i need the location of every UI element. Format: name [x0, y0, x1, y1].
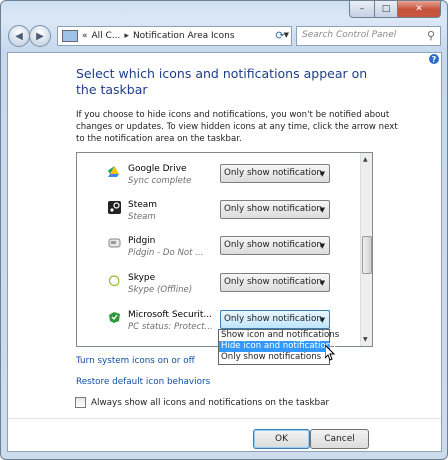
always-show-label: Always show all icons and notifications …: [91, 397, 330, 408]
always-show-checkbox-row[interactable]: Always show all icons and notifications …: [75, 397, 329, 408]
restore-defaults-link[interactable]: Restore default icon behaviors: [76, 377, 210, 387]
behavior-select[interactable]: Only show notification ▼: [220, 310, 330, 329]
forward-arrow-icon: ▶: [36, 30, 44, 42]
address-bar[interactable]: « All C... ▸ Notification Area Icons ▼: [57, 26, 292, 46]
google-drive-icon: [108, 166, 119, 177]
behavior-value: Only show notification: [224, 168, 322, 178]
list-item: Skype Skype (Offline) Only show notifica…: [77, 270, 360, 304]
pidgin-icon: [108, 238, 121, 248]
microsoft-security-icon: [109, 312, 120, 323]
list-item: Steam Steam Only show notification ▼: [77, 197, 360, 231]
behavior-value: Only show notification: [224, 204, 322, 214]
item-status: Skype (Offline): [128, 285, 193, 295]
scrollbar-thumb[interactable]: [362, 236, 372, 274]
close-button[interactable]: ✕: [398, 1, 441, 18]
chevron-down-icon: ▼: [319, 170, 325, 178]
back-arrow-icon: ◀: [15, 30, 23, 42]
behavior-value: Only show notification: [224, 240, 322, 250]
behavior-dropdown-list: Show icon and notifications Hide icon an…: [218, 329, 339, 365]
breadcrumb-separator-icon[interactable]: ▸: [124, 31, 129, 41]
chevron-down-icon: ▼: [319, 206, 325, 214]
item-status: PC status: Protect...: [128, 322, 213, 332]
breadcrumb-notification-area-icons[interactable]: Notification Area Icons: [133, 31, 235, 41]
item-name: Steam: [128, 200, 158, 210]
behavior-select[interactable]: Only show notification ▼: [220, 236, 330, 255]
list-item: Pidgin Pidgin - Do Not ... Only show not…: [77, 233, 360, 267]
minimize-button[interactable]: –: [349, 1, 375, 18]
turn-system-icons-link[interactable]: Turn system icons on or off: [76, 356, 195, 366]
dropdown-option[interactable]: Show icon and notifications: [219, 330, 339, 341]
item-status: Sync complete: [128, 176, 192, 186]
dropdown-option-highlighted[interactable]: Hide icon and notifications: [219, 341, 336, 352]
caption-buttons: – □ ✕: [349, 1, 441, 18]
search-placeholder: Search Control Panel: [302, 30, 397, 40]
cancel-button[interactable]: Cancel: [310, 429, 369, 449]
maximize-button[interactable]: □: [375, 1, 398, 18]
scroll-down-icon[interactable]: ▼: [363, 336, 368, 343]
item-status: Steam: [128, 212, 156, 222]
item-name: Skype: [128, 273, 156, 283]
behavior-value: Only show notification: [224, 277, 322, 287]
forward-button[interactable]: ▶: [29, 25, 51, 47]
item-name: Microsoft Securit...: [128, 310, 213, 320]
mouse-cursor-icon: [325, 345, 336, 361]
help-icon[interactable]: ?: [429, 54, 439, 64]
steam-icon: [108, 201, 121, 214]
chevron-down-icon: ▼: [319, 316, 325, 324]
behavior-value: Only show notification: [224, 314, 322, 324]
breadcrumb-chevron-icon: «: [82, 31, 88, 41]
search-input[interactable]: Search Control Panel ⚲: [296, 26, 441, 46]
list-item: Google Drive Sync complete Only show not…: [77, 161, 360, 195]
footer-divider: [8, 418, 441, 419]
icons-list[interactable]: Google Drive Sync complete Only show not…: [76, 152, 373, 347]
behavior-select[interactable]: Only show notification ▼: [220, 273, 330, 292]
skype-icon: [108, 275, 120, 287]
chevron-down-icon: ▼: [319, 279, 325, 287]
page-title: Select which icons and notifications app…: [76, 66, 368, 97]
behavior-select[interactable]: Only show notification ▼: [220, 200, 330, 219]
item-status: Pidgin - Do Not ...: [128, 248, 204, 258]
control-panel-icon: [62, 30, 78, 42]
item-name: Google Drive: [128, 164, 187, 174]
list-scrollbar[interactable]: ▲ ▼: [360, 153, 372, 346]
search-icon[interactable]: ⚲: [427, 29, 435, 42]
refresh-icon[interactable]: ⟳: [271, 27, 289, 43]
page-description: If you choose to hide icons and notifica…: [76, 110, 398, 144]
back-button[interactable]: ◀: [8, 25, 30, 47]
breadcrumb-all-control-panel[interactable]: All C...: [92, 31, 121, 41]
chevron-down-icon: ▼: [319, 242, 325, 250]
dropdown-option[interactable]: Only show notifications: [219, 352, 329, 363]
always-show-checkbox[interactable]: [75, 397, 86, 408]
behavior-select[interactable]: Only show notification ▼: [220, 164, 330, 183]
ok-button[interactable]: OK: [253, 429, 310, 449]
item-name: Pidgin: [128, 236, 156, 246]
scroll-up-icon[interactable]: ▲: [363, 156, 368, 163]
